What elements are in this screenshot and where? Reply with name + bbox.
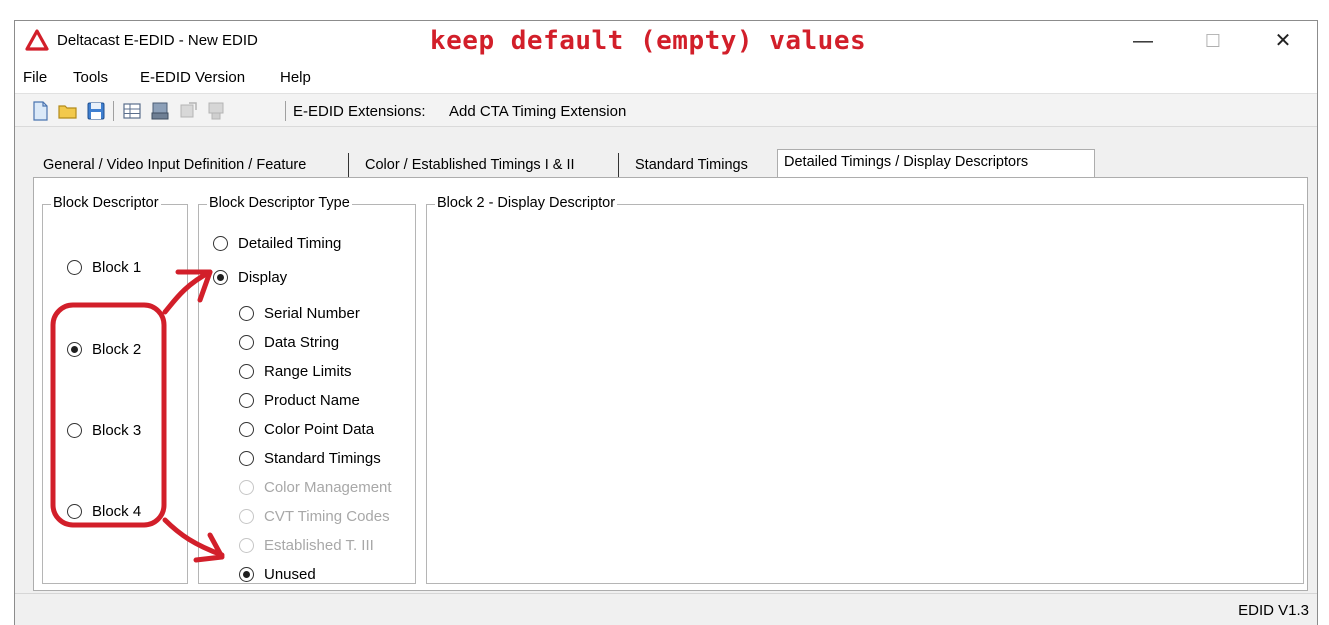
radio-label: Display (238, 268, 288, 286)
radio-label: Block 3 (92, 421, 142, 439)
menu-bar: File Tools E-EDID Version Help (15, 63, 1317, 93)
radio-circle (239, 305, 254, 321)
radio-block-2[interactable]: Block 2 (67, 339, 141, 359)
radio-label: Color Management (264, 478, 392, 496)
radio-range-limits[interactable]: Range Limits (239, 361, 352, 381)
radio-circle (239, 537, 254, 553)
radio-circle (213, 269, 228, 285)
new-file-icon[interactable] (29, 100, 51, 122)
radio-label: Range Limits (264, 362, 352, 380)
maximize-button[interactable]: ☐ (1185, 21, 1241, 61)
radio-circle (239, 392, 254, 408)
radio-circle (213, 235, 228, 251)
radio-data-string[interactable]: Data String (239, 332, 339, 352)
radio-circle (239, 334, 254, 350)
save-icon[interactable] (85, 100, 107, 122)
annotation-note: keep default (empty) values (430, 26, 867, 56)
menu-help[interactable]: Help (280, 69, 311, 86)
block-descriptor-group: Block Descriptor Block 1 Block 2 Block 3… (42, 195, 188, 584)
radio-label: Data String (264, 333, 340, 351)
tab-separator (348, 153, 349, 177)
deltacast-logo-icon (25, 29, 49, 51)
close-button[interactable]: ✕ (1255, 21, 1311, 61)
radio-label: Block 2 (92, 340, 142, 358)
radio-circle (67, 503, 82, 519)
radio-label: Serial Number (264, 304, 360, 322)
radio-product-name[interactable]: Product Name (239, 390, 360, 410)
title-bar: Deltacast E-EDID - New EDID keep default… (15, 21, 1317, 63)
radio-label: Color Point Data (264, 420, 375, 438)
block-descriptor-title: Block Descriptor (51, 195, 161, 211)
table-view-icon[interactable] (121, 100, 143, 122)
radio-circle (67, 422, 82, 438)
tab-detailed-timings[interactable]: Detailed Timings / Display Descriptors (777, 149, 1095, 179)
display-descriptor-title: Block 2 - Display Descriptor (435, 195, 618, 211)
status-bar: EDID V1.3 (15, 593, 1317, 625)
tab-strip: General / Video Input Definition / Featu… (15, 127, 1317, 179)
window-title: Deltacast E-EDID - New EDID (57, 32, 258, 49)
add-cta-extension-button[interactable]: Add CTA Timing Extension (449, 103, 626, 120)
detailed-timings-panel: Block Descriptor Block 1 Block 2 Block 3… (33, 177, 1308, 591)
radio-unused[interactable]: Unused (239, 564, 316, 584)
radio-label: CVT Timing Codes (264, 507, 390, 525)
menu-eedid-version[interactable]: E-EDID Version (140, 69, 245, 86)
radio-circle (239, 508, 254, 524)
tab-general[interactable]: General / Video Input Definition / Featu… (37, 153, 312, 177)
radio-label: Established T. III (264, 536, 374, 554)
write-edid-icon (208, 102, 224, 120)
app-window: Deltacast E-EDID - New EDID keep default… (14, 20, 1318, 625)
radio-label: Detailed Timing (238, 234, 342, 252)
tab-separator (618, 153, 619, 177)
toolbar-separator (113, 101, 114, 121)
radio-block-3[interactable]: Block 3 (67, 420, 141, 440)
radio-block-1[interactable]: Block 1 (67, 257, 141, 277)
radio-circle (239, 421, 254, 437)
radio-label: Block 4 (92, 502, 142, 520)
toolbar: E-EDID Extensions: Add CTA Timing Extens… (15, 93, 1317, 127)
radio-label: Block 1 (92, 258, 142, 276)
block-type-group: Block Descriptor Type Detailed Timing Di… (198, 195, 416, 584)
radio-circle (239, 450, 254, 466)
display-descriptor-group: Block 2 - Display Descriptor (426, 195, 1304, 584)
toolbar-separator (285, 101, 286, 121)
radio-circle (239, 363, 254, 379)
edid-version-status: EDID V1.3 (1238, 602, 1309, 619)
extensions-label: E-EDID Extensions: (293, 103, 426, 120)
radio-cvt-timing-codes: CVT Timing Codes (239, 506, 390, 526)
radio-color-point-data[interactable]: Color Point Data (239, 419, 374, 439)
radio-circle (239, 566, 254, 582)
read-edid-icon (180, 102, 197, 118)
radio-label: Product Name (264, 391, 360, 409)
menu-tools[interactable]: Tools (73, 69, 108, 86)
radio-circle (239, 479, 254, 495)
tab-standard-timings[interactable]: Standard Timings (629, 153, 754, 177)
radio-label: Standard Timings (264, 449, 381, 467)
radio-detailed-timing[interactable]: Detailed Timing (213, 233, 341, 253)
open-folder-icon[interactable] (57, 100, 79, 122)
radio-standard-timings[interactable]: Standard Timings (239, 448, 381, 468)
block-type-title: Block Descriptor Type (207, 195, 352, 211)
radio-color-management: Color Management (239, 477, 392, 497)
tab-color-established[interactable]: Color / Established Timings I & II (359, 153, 581, 177)
export-icon[interactable] (149, 100, 171, 122)
minimize-button[interactable]: — (1115, 21, 1171, 61)
radio-established-t3: Established T. III (239, 535, 374, 555)
radio-display[interactable]: Display (213, 267, 287, 287)
radio-block-4[interactable]: Block 4 (67, 501, 141, 521)
menu-file[interactable]: File (23, 69, 47, 86)
radio-serial-number[interactable]: Serial Number (239, 303, 360, 323)
radio-label: Unused (264, 565, 316, 583)
radio-circle (67, 259, 82, 275)
radio-circle (67, 341, 82, 357)
